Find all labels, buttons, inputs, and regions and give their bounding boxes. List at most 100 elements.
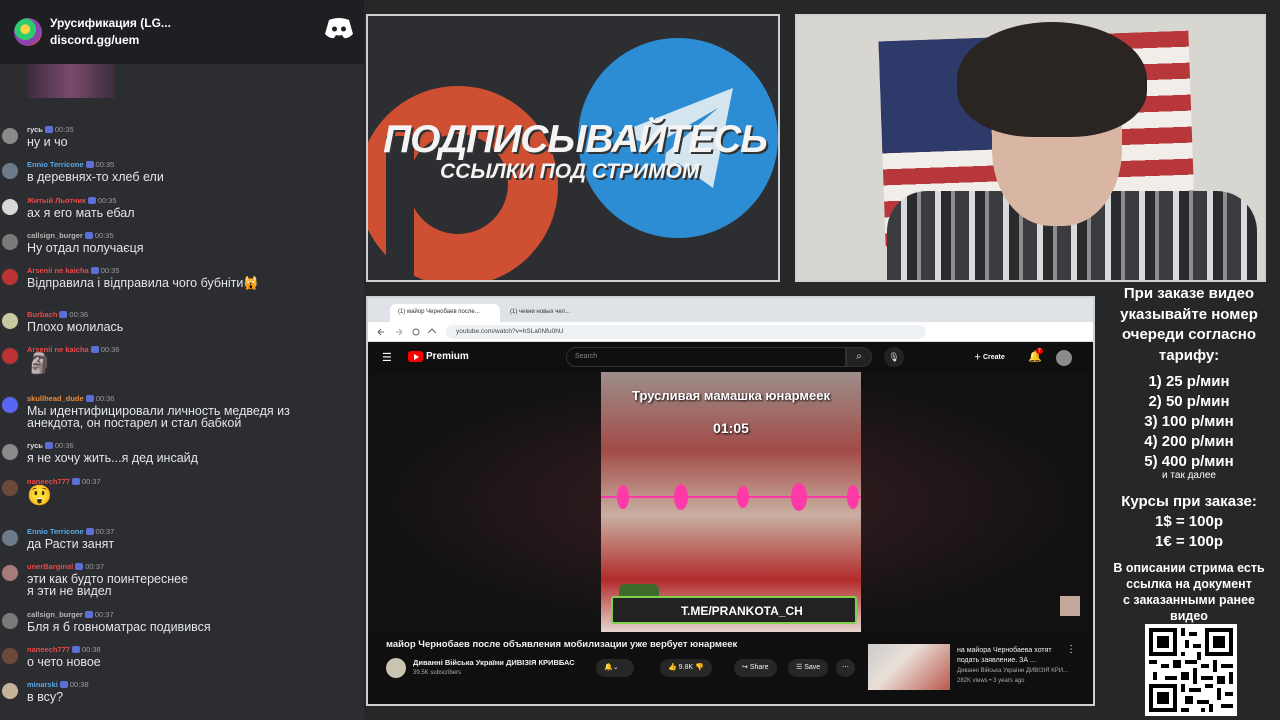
- avatar[interactable]: [1, 312, 19, 330]
- avatar[interactable]: [1, 529, 19, 547]
- like-button[interactable]: 👍 9.8K 👎: [660, 659, 712, 677]
- miniplayer-thumbnail[interactable]: [1060, 596, 1080, 616]
- message-meta: naneech777 00:38: [27, 645, 101, 654]
- username[interactable]: гусь: [27, 441, 43, 450]
- message-text: я эти не видел: [27, 584, 112, 598]
- webcam-feed: [795, 14, 1266, 282]
- tariff-etc: и так далее: [1162, 470, 1216, 481]
- create-button[interactable]: ＋ Create: [974, 352, 1005, 362]
- avatar[interactable]: [1, 162, 19, 180]
- discord-logo-icon: [325, 18, 353, 39]
- nav-buttons-icon[interactable]: [376, 327, 436, 337]
- menu-icon[interactable]: ☰: [382, 351, 392, 364]
- previous-image-attachment[interactable]: [27, 64, 115, 98]
- username[interactable]: callsign_burger: [27, 610, 83, 619]
- recommended-channel: Диванні Війська України ДИВІЗІЯ КРИ...: [957, 668, 1069, 674]
- message-meta: unerBarginal 00:37: [27, 562, 104, 571]
- youtube-logo-text: Premium: [426, 351, 469, 362]
- role-badge-icon: [85, 528, 94, 535]
- avatar[interactable]: [1, 347, 19, 365]
- server-invite-link[interactable]: discord.gg/uem: [50, 32, 171, 49]
- server-header[interactable]: Урусификация (LG... discord.gg/uem: [0, 0, 364, 64]
- video-player[interactable]: Трусливая мамашка юнармеек 01:05 T.ME/PR…: [370, 372, 1091, 632]
- username[interactable]: unerBarginal: [27, 562, 73, 571]
- username[interactable]: Arsenii ne kaicha: [27, 266, 89, 275]
- tab-second[interactable]: (1) чекни новых чел...: [502, 304, 614, 322]
- discord-chat-panel: Урусификация (LG... discord.gg/uem гусь 0…: [0, 0, 364, 720]
- save-icon: ☰: [796, 664, 805, 671]
- avatar[interactable]: [1, 682, 19, 700]
- avatar[interactable]: [1, 233, 19, 251]
- username[interactable]: Житый Льотчик: [27, 196, 86, 205]
- timestamp: 00:35: [94, 231, 114, 240]
- avatar[interactable]: [1, 198, 19, 216]
- account-avatar[interactable]: [1056, 350, 1072, 366]
- channel-name[interactable]: Диванні Війська України ДИВІЗІЯ КРИВБАС: [413, 658, 575, 667]
- channel-avatar[interactable]: [386, 658, 406, 678]
- share-icon: ↪: [742, 664, 750, 671]
- search-input[interactable]: Search: [566, 347, 846, 367]
- username[interactable]: minarski: [27, 680, 58, 689]
- chat-message: callsign_burger 00:35 Ну отдал получаєця: [0, 231, 364, 265]
- username[interactable]: skullhead_dude: [27, 394, 84, 403]
- share-button[interactable]: ↪ Share: [734, 659, 777, 677]
- tab-youtube-active[interactable]: (1) майор Чернобаев после...: [390, 304, 500, 322]
- doc-line: видео: [1170, 609, 1208, 623]
- rates-heading: Курсы при заказе:: [1121, 493, 1257, 510]
- tariff-item: 1) 25 р/мин: [1148, 373, 1230, 390]
- message-meta: callsign_burger 00:35: [27, 231, 114, 240]
- search-icon[interactable]: ⌕: [846, 347, 872, 367]
- timestamp: 00:35: [97, 196, 117, 205]
- avatar[interactable]: [1, 127, 19, 145]
- timestamp: 00:37: [95, 527, 115, 536]
- avatar[interactable]: [1, 396, 19, 414]
- avatar[interactable]: [1, 647, 19, 665]
- more-actions-button[interactable]: ⋯: [836, 659, 855, 677]
- document-note: В описании стрима есть ссылка на докумен…: [1098, 560, 1280, 624]
- username[interactable]: Ennio Terricone: [27, 527, 84, 536]
- timestamp: 00:36: [100, 345, 120, 354]
- message-meta: гусь 00:35: [27, 125, 74, 134]
- promo-title: ПОДПИСЫВАЙТЕСЬ: [383, 118, 768, 161]
- more-options-icon[interactable]: ⋮: [1066, 644, 1076, 655]
- timestamp: 00:35: [54, 125, 74, 134]
- save-button[interactable]: ☰ Save: [788, 659, 829, 677]
- chat-message: Ennio Terricone 00:37 да Расти занят: [0, 527, 364, 561]
- message-meta: callsign_burger 00:37: [27, 610, 114, 619]
- avatar[interactable]: [1, 268, 19, 286]
- message-meta: Житый Льотчик 00:35: [27, 196, 117, 205]
- avatar[interactable]: [1, 564, 19, 582]
- username[interactable]: Ennio Terricone: [27, 160, 84, 169]
- thumbs-down-icon: 👎: [695, 664, 704, 671]
- role-badge-icon: [90, 346, 99, 353]
- message-text: в всу?: [27, 690, 64, 704]
- recommended-title[interactable]: на майора Чернобаева хотят подать заявле…: [957, 646, 1067, 666]
- username[interactable]: callsign_burger: [27, 231, 83, 240]
- role-badge-icon: [84, 611, 93, 618]
- recommended-thumbnail[interactable]: [868, 644, 950, 690]
- tariff-item: 5) 400 р/мин: [1144, 453, 1234, 470]
- avatar[interactable]: [1, 443, 19, 461]
- username[interactable]: Burbach: [27, 310, 57, 319]
- message-text: ах я его мать ебал: [27, 206, 135, 220]
- chat-message: Ennio Terricone 00:35 в деревнях-то хлеб е…: [0, 160, 364, 194]
- message-text: Ну отдал получаєця: [27, 241, 144, 255]
- avatar[interactable]: [1, 612, 19, 630]
- message-text: в деревнях-то хлеб ели: [27, 170, 164, 184]
- microphone-icon[interactable]: 🎙: [884, 347, 904, 367]
- youtube-logo[interactable]: Premium: [408, 351, 469, 362]
- message-meta: гусь 00:36: [27, 441, 74, 450]
- message-meta: Ennio Terricone 00:37: [27, 527, 114, 536]
- username[interactable]: naneech777: [27, 645, 70, 654]
- role-badge-icon: [85, 161, 94, 168]
- avatar[interactable]: [1, 479, 19, 497]
- timestamp: 00:37: [85, 562, 105, 571]
- address-bar[interactable]: youtube.com/watch?v=hSLa0Nfu0hU: [446, 325, 926, 339]
- video-frame[interactable]: Трусливая мамашка юнармеек 01:05 T.ME/PR…: [601, 372, 861, 632]
- subscribe-bell-button[interactable]: 🔔⌄: [596, 659, 634, 677]
- username[interactable]: гусь: [27, 125, 43, 134]
- server-name: Урусификация (LG...: [50, 16, 171, 30]
- subscriber-count: 39.5K subscribers: [413, 670, 462, 676]
- role-badge-icon: [85, 395, 94, 402]
- order-line: При заказе видео: [1123, 285, 1255, 302]
